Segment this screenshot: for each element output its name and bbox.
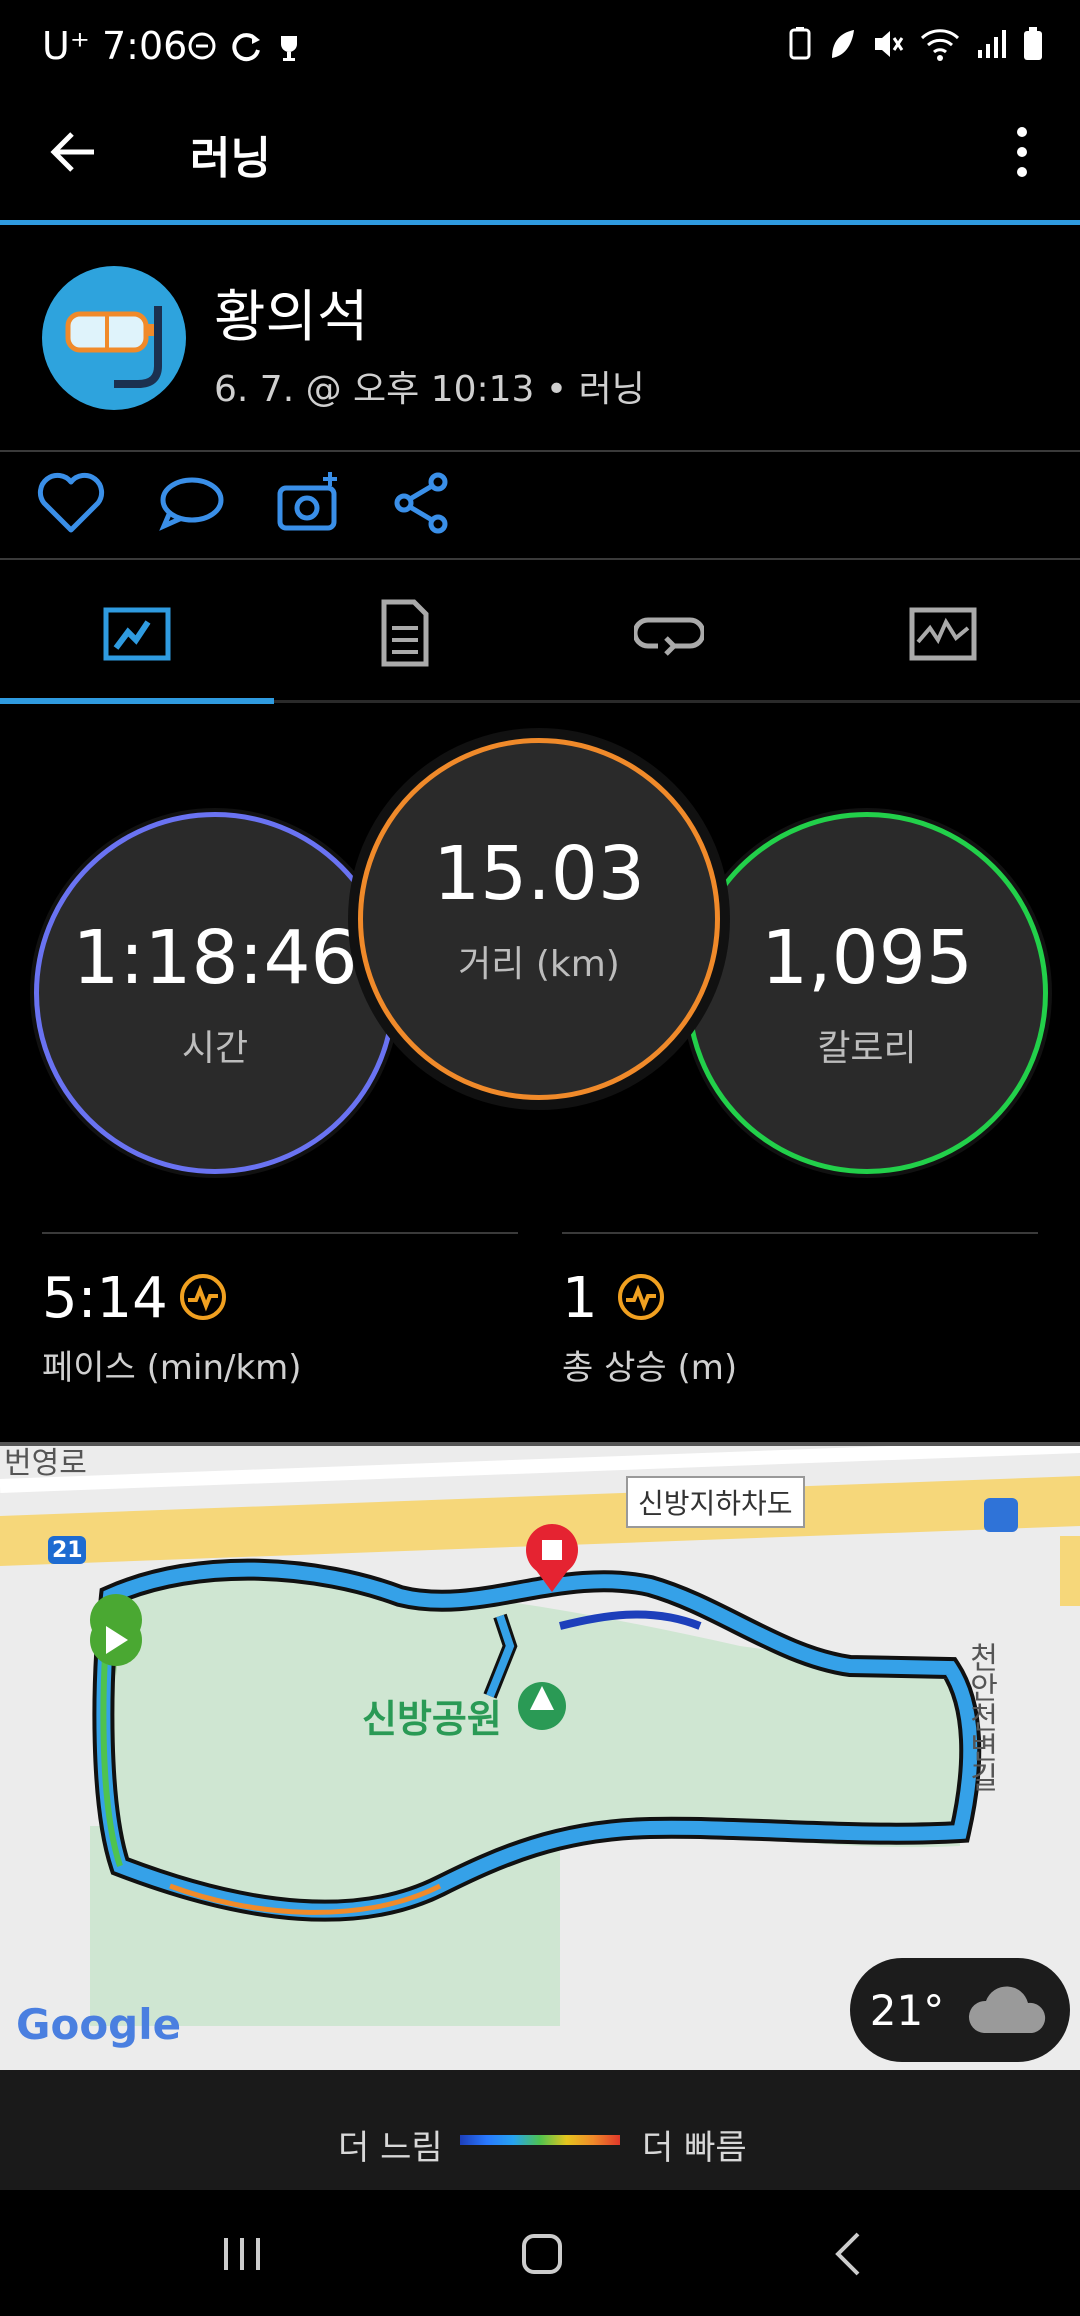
distance-label: 거리 (km) bbox=[458, 944, 620, 985]
ascent-value: 1 bbox=[562, 1266, 598, 1331]
battery-saver-icon bbox=[789, 27, 811, 60]
calories-value: 1,095 bbox=[761, 915, 973, 1001]
legend-slow: 더 느림 bbox=[338, 2128, 443, 2168]
ascent-label: 총 상승 (m) bbox=[562, 1348, 738, 1388]
pace-pr-icon[interactable] bbox=[178, 1272, 228, 1322]
time-circle: 1:18:46 시간 bbox=[34, 812, 396, 1174]
google-logo: Google bbox=[16, 2000, 182, 2049]
recent-apps-icon[interactable] bbox=[220, 2234, 264, 2274]
more-options-icon[interactable] bbox=[1010, 122, 1034, 182]
trophy-icon bbox=[281, 36, 297, 61]
action-bar bbox=[34, 470, 452, 536]
stat-divider bbox=[42, 1232, 518, 1234]
road-label: 번영로 bbox=[4, 1446, 87, 1481]
share-icon[interactable] bbox=[392, 470, 452, 536]
signal-icon bbox=[978, 30, 1006, 58]
ascent-pr-icon[interactable] bbox=[616, 1272, 666, 1322]
street-label: 천안천변길 bbox=[963, 1642, 998, 1792]
avatar[interactable] bbox=[42, 266, 186, 410]
road-number: 21 bbox=[52, 1538, 83, 1563]
pace-label: 페이스 (min/km) bbox=[42, 1348, 302, 1388]
status-icons-right bbox=[788, 26, 1044, 62]
legend-fast: 더 빠름 bbox=[642, 2128, 747, 2168]
distance-value: 15.03 bbox=[433, 831, 645, 917]
like-heart-icon[interactable] bbox=[34, 470, 108, 536]
dnd-icon bbox=[188, 32, 216, 60]
legend-gradient bbox=[460, 2135, 620, 2145]
tab-overview-icon[interactable] bbox=[102, 598, 172, 668]
pace-legend bbox=[0, 2070, 1080, 2190]
calories-label: 칼로리 bbox=[817, 1028, 917, 1069]
tab-indicator bbox=[0, 698, 274, 704]
park-label: 신방공원 bbox=[362, 1697, 502, 1741]
activity-meta: 6. 7. @ 오후 10:13 • 러닝 bbox=[214, 369, 645, 410]
system-nav-bar bbox=[0, 2190, 1080, 2316]
user-name[interactable]: 황의석 bbox=[214, 272, 369, 353]
tab-details-icon[interactable] bbox=[368, 598, 438, 668]
status-time: U⁺ 7:06 bbox=[42, 24, 187, 68]
mute-icon bbox=[875, 31, 904, 57]
page-title: 러닝 bbox=[190, 133, 271, 184]
sync-icon bbox=[232, 33, 260, 62]
wifi-icon bbox=[920, 29, 960, 61]
underpass-label: 신방지하차도 bbox=[626, 1476, 805, 1528]
time-value: 1:18:46 bbox=[72, 915, 358, 1001]
app-bar bbox=[0, 96, 1080, 222]
back-icon[interactable] bbox=[834, 2232, 862, 2276]
tab-laps-icon[interactable] bbox=[634, 598, 704, 668]
tab-charts-icon[interactable] bbox=[908, 598, 978, 668]
tab-bar bbox=[0, 560, 1080, 700]
header-accent-line bbox=[0, 220, 1080, 225]
leaf-icon bbox=[832, 30, 854, 58]
weather-temp: 21° bbox=[869, 1985, 945, 2035]
weather-badge[interactable]: 21° bbox=[850, 1958, 1070, 2062]
status-bar: U⁺ 7:06 bbox=[0, 0, 1080, 96]
battery-icon bbox=[1024, 27, 1042, 60]
pace-value: 5:14 bbox=[42, 1266, 168, 1331]
comment-icon[interactable] bbox=[156, 470, 226, 536]
snorkel-mask-icon bbox=[65, 306, 162, 388]
add-photo-icon[interactable] bbox=[274, 470, 344, 536]
status-icons-left bbox=[186, 26, 304, 66]
home-icon[interactable] bbox=[520, 2232, 564, 2276]
distance-circle: 15.03 거리 (km) bbox=[358, 738, 720, 1100]
carrier-label: U⁺ bbox=[42, 24, 90, 68]
clock: 7:06 bbox=[101, 24, 188, 68]
cloud-icon bbox=[969, 1986, 1046, 2033]
divider bbox=[0, 450, 1080, 452]
back-arrow-icon[interactable] bbox=[48, 126, 100, 178]
calories-circle: 1,095 칼로리 bbox=[686, 812, 1048, 1174]
stat-divider bbox=[562, 1232, 1038, 1234]
time-label: 시간 bbox=[181, 1028, 249, 1069]
